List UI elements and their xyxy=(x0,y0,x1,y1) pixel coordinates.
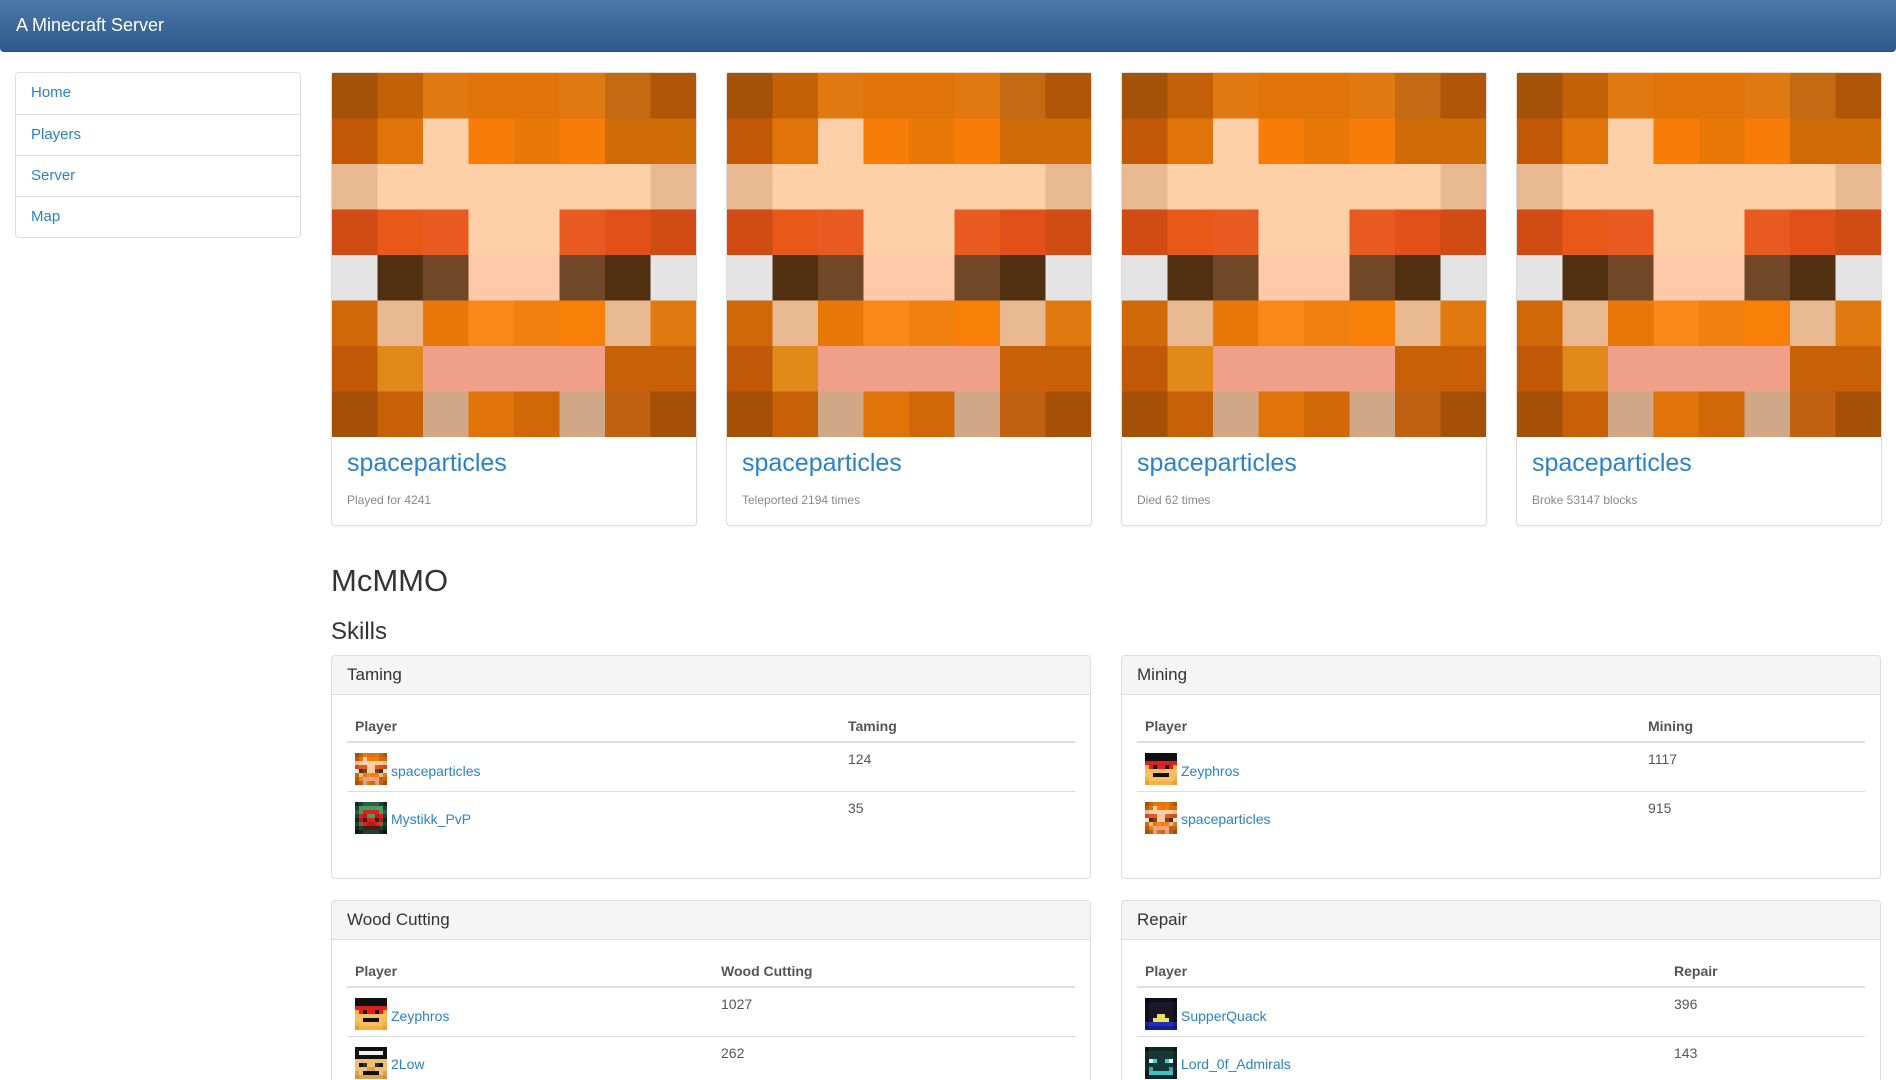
skill-value: 143 xyxy=(1666,1035,1865,1080)
table-row: Zeyphros 1117 xyxy=(1137,742,1865,791)
sidebar-item-players[interactable]: Players xyxy=(16,114,300,155)
sidebar-item-home[interactable]: Home xyxy=(16,73,300,114)
player-stat-card: spaceparticles Broke 53147 blocks xyxy=(1516,72,1882,526)
table-row: Zeyphros 1027 xyxy=(347,987,1075,1036)
player-name-link[interactable]: spaceparticles xyxy=(347,449,507,478)
table-row: SupperQuack 396 xyxy=(1137,987,1865,1036)
table-row: spaceparticles 124 xyxy=(347,742,1075,791)
player-link[interactable]: 2Low xyxy=(391,1056,424,1072)
table-row: Mystikk_PvP 35 xyxy=(347,790,1075,840)
player-avatar-icon xyxy=(355,1046,391,1080)
player-stat-card: spaceparticles Teleported 2194 times xyxy=(726,72,1092,526)
table-row: 2Low 262 xyxy=(347,1035,1075,1080)
player-head-image[interactable] xyxy=(332,73,696,437)
skill-value: 1117 xyxy=(1648,751,1678,767)
top-navbar: A Minecraft Server xyxy=(0,0,1896,52)
player-head-image[interactable] xyxy=(727,73,1091,437)
player-stat-text: Teleported 2194 times xyxy=(742,493,861,507)
skill-table: Player Mining Zeyphros 1117 spaceparticl… xyxy=(1137,716,1865,840)
panel-title: Mining xyxy=(1122,656,1880,695)
skill-value: 262 xyxy=(713,1035,1075,1080)
player-avatar-icon xyxy=(355,801,391,837)
player-stat-card: spaceparticles Died 62 times xyxy=(1121,72,1487,526)
column-header-value: Wood Cutting xyxy=(713,961,1075,988)
table-row: spaceparticles 915 xyxy=(1137,790,1865,840)
skill-table: Player Repair SupperQuack 396 Lord_0f_Ad… xyxy=(1137,961,1865,1080)
sidebar-nav: Home Players Server Map xyxy=(15,72,301,238)
player-stat-text: Played for 4241 xyxy=(347,493,432,507)
player-head-image[interactable] xyxy=(1122,73,1486,437)
skill-value: 124 xyxy=(848,751,872,767)
skill-table: Player Wood Cutting Zeyphros 1027 2Low 2… xyxy=(347,961,1075,1080)
player-avatar-icon xyxy=(355,998,391,1033)
column-header-player: Player xyxy=(347,716,840,743)
player-stat-text: Died 62 times xyxy=(1137,493,1211,507)
player-avatar-icon xyxy=(1145,801,1181,837)
player-head-image[interactable] xyxy=(1517,73,1881,437)
player-link[interactable]: Zeyphros xyxy=(1181,763,1239,779)
column-header-player: Player xyxy=(347,961,713,988)
panel-title: Taming xyxy=(332,656,1090,695)
skill-panel-wood-cutting: Wood Cutting Player Wood Cutting Zeyphro… xyxy=(331,900,1091,1080)
player-name-link[interactable]: spaceparticles xyxy=(1532,449,1692,478)
skill-panel-repair: Repair Player Repair SupperQuack 396 Lor… xyxy=(1121,900,1881,1080)
player-avatar-icon xyxy=(1145,753,1181,788)
panel-title: Wood Cutting xyxy=(332,901,1090,940)
player-avatar-icon xyxy=(1145,1046,1181,1080)
sidebar-item-map[interactable]: Map xyxy=(16,196,300,237)
skill-panel-mining: Mining Player Mining Zeyphros 1117 space… xyxy=(1121,655,1881,879)
skill-table: Player Taming spaceparticles 124 Mystikk… xyxy=(347,716,1075,840)
skill-value: 35 xyxy=(840,790,1075,840)
player-avatar-icon xyxy=(355,753,391,788)
column-header-value: Repair xyxy=(1666,961,1865,988)
skill-value: 396 xyxy=(1674,996,1698,1012)
player-link[interactable]: spaceparticles xyxy=(391,763,481,779)
brand-link[interactable]: A Minecraft Server xyxy=(16,15,164,36)
skill-panel-taming: Taming Player Taming spaceparticles 124 … xyxy=(331,655,1091,879)
panel-title: Repair xyxy=(1122,901,1880,940)
player-stat-card: spaceparticles Played for 4241 xyxy=(331,72,697,526)
player-link[interactable]: spaceparticles xyxy=(1181,811,1271,827)
table-row: Lord_0f_Admirals 143 xyxy=(1137,1035,1865,1080)
skill-value: 915 xyxy=(1640,790,1865,840)
skill-value: 1027 xyxy=(721,996,753,1012)
player-avatar-icon xyxy=(1145,998,1181,1033)
player-stat-text: Broke 53147 blocks xyxy=(1532,493,1638,507)
player-link[interactable]: Mystikk_PvP xyxy=(391,811,471,827)
subsection-title: Skills xyxy=(331,618,388,645)
section-title: McMMO xyxy=(331,563,449,598)
player-link[interactable]: Lord_0f_Admirals xyxy=(1181,1056,1291,1072)
player-name-link[interactable]: spaceparticles xyxy=(742,449,902,478)
column-header-value: Mining xyxy=(1640,716,1865,743)
column-header-value: Taming xyxy=(840,716,1075,743)
player-link[interactable]: Zeyphros xyxy=(391,1008,449,1024)
sidebar-item-server[interactable]: Server xyxy=(16,155,300,196)
column-header-player: Player xyxy=(1137,961,1666,988)
player-link[interactable]: SupperQuack xyxy=(1181,1008,1267,1024)
player-name-link[interactable]: spaceparticles xyxy=(1137,449,1297,478)
column-header-player: Player xyxy=(1137,716,1640,743)
